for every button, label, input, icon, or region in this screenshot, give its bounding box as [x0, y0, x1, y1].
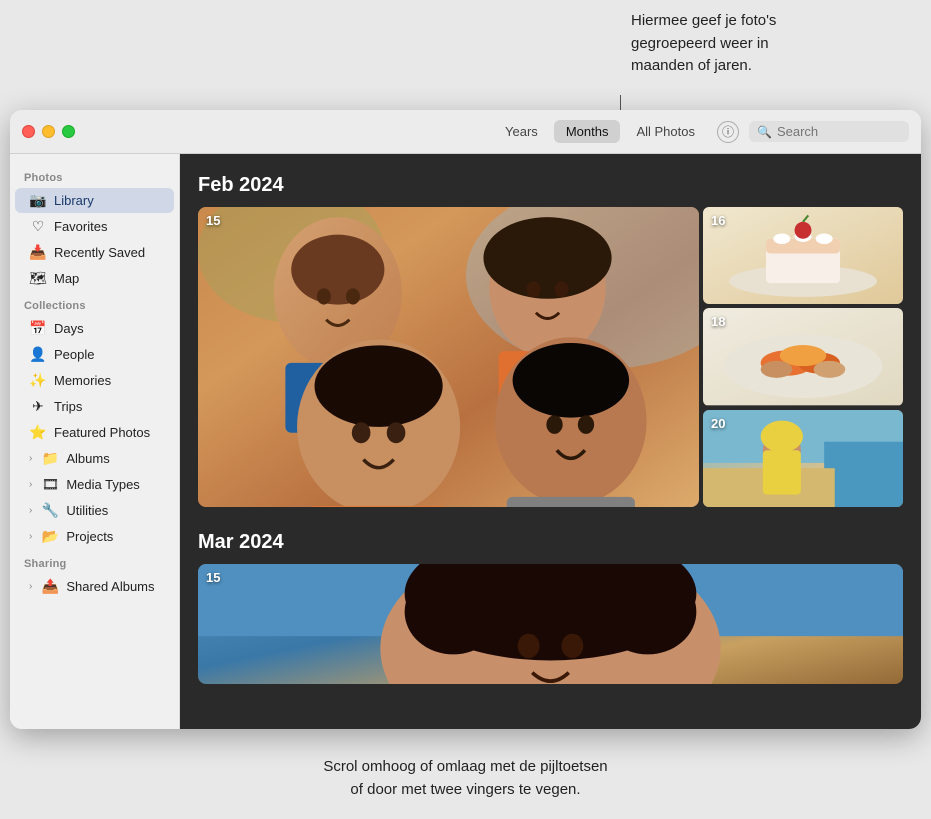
albums-icon: 📁: [41, 450, 59, 467]
photo-count-main-feb: 15: [206, 213, 220, 228]
annotation-bottom: Scrol omhoog of omlaag met de pijltoetse…: [0, 756, 931, 801]
annotation-top: Hiermee geef je foto's gegroepeerd weer …: [631, 10, 911, 78]
sidebar-item-recently-saved-label: Recently Saved: [54, 245, 145, 260]
sidebar-item-projects-label: Projects: [66, 529, 113, 544]
photo-grid-mar: 15: [198, 564, 903, 684]
sidebar-item-library[interactable]: 📷 Library: [15, 188, 174, 213]
favorites-icon: ♡: [29, 218, 47, 235]
sidebar-item-days[interactable]: 📅 Days: [15, 316, 174, 341]
titlebar: Years Months All Photos ⓘ 🔍: [10, 110, 921, 154]
toolbar-right: Years Months All Photos ⓘ 🔍: [493, 120, 909, 143]
annotation-top-line1: Hiermee geef je foto's: [631, 12, 776, 29]
utilities-chevron: ›: [29, 505, 32, 516]
tab-allphotos[interactable]: All Photos: [624, 120, 707, 143]
month-feb2024: Feb 2024: [198, 174, 903, 507]
minimize-button[interactable]: [42, 125, 55, 138]
month-label-feb: Feb 2024: [198, 174, 903, 197]
content-area[interactable]: Feb 2024: [180, 154, 921, 729]
sidebar-item-days-label: Days: [54, 321, 84, 336]
sidebar-item-shared-albums[interactable]: › 📤 Shared Albums: [15, 574, 174, 599]
sidebar-item-favorites[interactable]: ♡ Favorites: [15, 214, 174, 239]
tab-years[interactable]: Years: [493, 120, 550, 143]
maximize-button[interactable]: [62, 125, 75, 138]
sidebar-item-utilities-label: Utilities: [66, 503, 108, 518]
month-mar2024: Mar 2024: [198, 531, 903, 684]
sidebar-section-photos: Photos: [10, 164, 179, 187]
sidebar-item-memories[interactable]: ✨ Memories: [15, 368, 174, 393]
sidebar-item-projects[interactable]: › 📂 Projects: [15, 524, 174, 549]
search-icon: 🔍: [757, 125, 772, 139]
sidebar-item-map[interactable]: 🗺 Map: [15, 266, 174, 291]
side-photos-feb: 16: [703, 207, 903, 507]
utilities-icon: 🔧: [41, 502, 59, 519]
main-photo-feb[interactable]: 15: [198, 207, 699, 507]
sidebar-item-recently-saved[interactable]: 📥 Recently Saved: [15, 240, 174, 265]
search-box: 🔍: [749, 121, 909, 142]
people-icon: 👤: [29, 346, 47, 363]
info-button[interactable]: ⓘ: [717, 121, 739, 143]
sidebar-section-collections: Collections: [10, 292, 179, 315]
shared-albums-icon: 📤: [41, 578, 59, 595]
sidebar-item-featured-photos[interactable]: ⭐ Featured Photos: [15, 420, 174, 445]
app-body: Photos 📷 Library ♡ Favorites 📥 Recently …: [10, 154, 921, 729]
projects-icon: 📂: [41, 528, 59, 545]
main-photo-mar[interactable]: 15: [198, 564, 903, 684]
albums-chevron: ›: [29, 453, 32, 464]
traffic-lights: [22, 125, 75, 138]
annotation-bottom-line1: Scrol omhoog of omlaag met de pijltoetse…: [323, 758, 607, 775]
projects-chevron: ›: [29, 531, 32, 542]
search-input[interactable]: [777, 124, 897, 139]
sidebar-item-memories-label: Memories: [54, 373, 111, 388]
days-icon: 📅: [29, 320, 47, 337]
side-photo-feb-18[interactable]: 18: [703, 308, 903, 405]
photo-count-mar: 15: [206, 570, 220, 585]
sidebar-item-utilities[interactable]: › 🔧 Utilities: [15, 498, 174, 523]
month-label-mar: Mar 2024: [198, 531, 903, 554]
sidebar-item-trips[interactable]: ✈ Trips: [15, 394, 174, 419]
close-button[interactable]: [22, 125, 35, 138]
photo-grid-feb: 15: [198, 207, 903, 507]
sidebar: Photos 📷 Library ♡ Favorites 📥 Recently …: [10, 154, 180, 729]
selfie-photo: [198, 207, 699, 507]
side-photo-feb-16[interactable]: 16: [703, 207, 903, 304]
shared-albums-chevron: ›: [29, 581, 32, 592]
tab-months[interactable]: Months: [554, 120, 621, 143]
sidebar-item-media-types-label: Media Types: [66, 477, 139, 492]
sidebar-item-albums[interactable]: › 📁 Albums: [15, 446, 174, 471]
trips-icon: ✈: [29, 398, 47, 415]
annotation-top-line2: gegroepeerd weer in: [631, 35, 769, 52]
app-window: Years Months All Photos ⓘ 🔍 Photos 📷 Lib…: [10, 110, 921, 729]
photo-count-feb-20: 20: [711, 416, 725, 431]
sidebar-item-people-label: People: [54, 347, 94, 362]
sidebar-item-trips-label: Trips: [54, 399, 82, 414]
media-types-chevron: ›: [29, 479, 32, 490]
media-types-icon: 🎞: [41, 476, 59, 493]
sidebar-item-people[interactable]: 👤 People: [15, 342, 174, 367]
sidebar-item-albums-label: Albums: [66, 451, 109, 466]
annotation-top-line3: maanden of jaren.: [631, 57, 752, 74]
photo-count-feb-18: 18: [711, 314, 725, 329]
sidebar-item-featured-photos-label: Featured Photos: [54, 425, 150, 440]
sidebar-item-map-label: Map: [54, 271, 79, 286]
sidebar-item-favorites-label: Favorites: [54, 219, 107, 234]
library-icon: 📷: [29, 192, 47, 209]
sidebar-section-sharing: Sharing: [10, 550, 179, 573]
sidebar-item-library-label: Library: [54, 193, 94, 208]
recently-saved-icon: 📥: [29, 244, 47, 261]
annotation-bottom-line2: of door met twee vingers te vegen.: [350, 781, 580, 798]
sidebar-item-media-types[interactable]: › 🎞 Media Types: [15, 472, 174, 497]
memories-icon: ✨: [29, 372, 47, 389]
featured-photos-icon: ⭐: [29, 424, 47, 441]
sidebar-item-shared-albums-label: Shared Albums: [66, 579, 154, 594]
photo-count-feb-16: 16: [711, 213, 725, 228]
side-photo-feb-20[interactable]: 20: [703, 410, 903, 507]
map-icon: 🗺: [29, 270, 47, 287]
